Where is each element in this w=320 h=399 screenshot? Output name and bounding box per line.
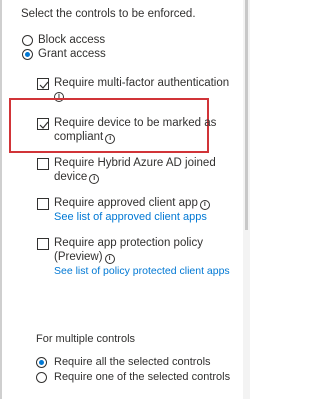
grant-access-radio[interactable] bbox=[22, 49, 33, 60]
app-protection-info-icon[interactable]: i bbox=[104, 254, 115, 264]
mfa-label[interactable]: Require multi-factor authentication bbox=[54, 77, 229, 90]
app-protection-label-line2[interactable]: (Preview) i bbox=[54, 251, 115, 264]
compliant-device-checkbox[interactable] bbox=[37, 118, 49, 130]
require-all-radio[interactable] bbox=[36, 357, 47, 368]
checkmark-icon bbox=[39, 81, 49, 89]
require-all-label[interactable]: Require all the selected controls bbox=[54, 356, 211, 369]
hybrid-joined-label-line2[interactable]: device i bbox=[54, 171, 100, 184]
multiple-controls-heading: For multiple controls bbox=[36, 333, 136, 345]
app-protection-label-line1[interactable]: Require app protection policy bbox=[54, 237, 203, 250]
approved-app-label-text: Require approved client app bbox=[54, 197, 198, 209]
approved-app-info-icon[interactable]: i bbox=[199, 200, 210, 210]
hybrid-info-icon[interactable]: i bbox=[89, 174, 100, 184]
approved-app-checkbox[interactable] bbox=[37, 198, 49, 210]
require-one-radio[interactable] bbox=[36, 372, 47, 383]
app-protection-label-text: (Preview) bbox=[54, 251, 103, 263]
grant-access-label[interactable]: Grant access bbox=[38, 48, 106, 61]
app-protection-checkbox[interactable] bbox=[37, 238, 49, 250]
panel-left-border bbox=[0, 0, 2, 399]
compliant-device-label-line1[interactable]: Require device to be marked as bbox=[54, 117, 216, 130]
hybrid-joined-label-text: device bbox=[54, 171, 88, 183]
block-access-radio[interactable] bbox=[22, 35, 33, 46]
block-access-label[interactable]: Block access bbox=[38, 34, 105, 47]
require-one-label[interactable]: Require one of the selected controls bbox=[54, 371, 230, 384]
approved-apps-link[interactable]: See list of approved client apps bbox=[54, 211, 207, 224]
compliant-info-icon[interactable]: i bbox=[105, 134, 116, 144]
mfa-checkbox[interactable] bbox=[37, 78, 49, 90]
checkmark-icon bbox=[39, 121, 49, 129]
compliant-device-label-text: compliant bbox=[54, 131, 104, 143]
scrollbar-thumb[interactable] bbox=[245, 0, 248, 230]
instruction-text: Select the controls to be enforced. bbox=[21, 8, 196, 20]
approved-app-label[interactable]: Require approved client app i bbox=[54, 197, 210, 210]
protected-apps-link[interactable]: See list of policy protected client apps bbox=[54, 265, 230, 278]
compliant-device-label-line2[interactable]: compliant i bbox=[54, 131, 116, 144]
hybrid-joined-checkbox[interactable] bbox=[37, 158, 49, 170]
hybrid-joined-label-line1[interactable]: Require Hybrid Azure AD joined bbox=[54, 157, 216, 170]
